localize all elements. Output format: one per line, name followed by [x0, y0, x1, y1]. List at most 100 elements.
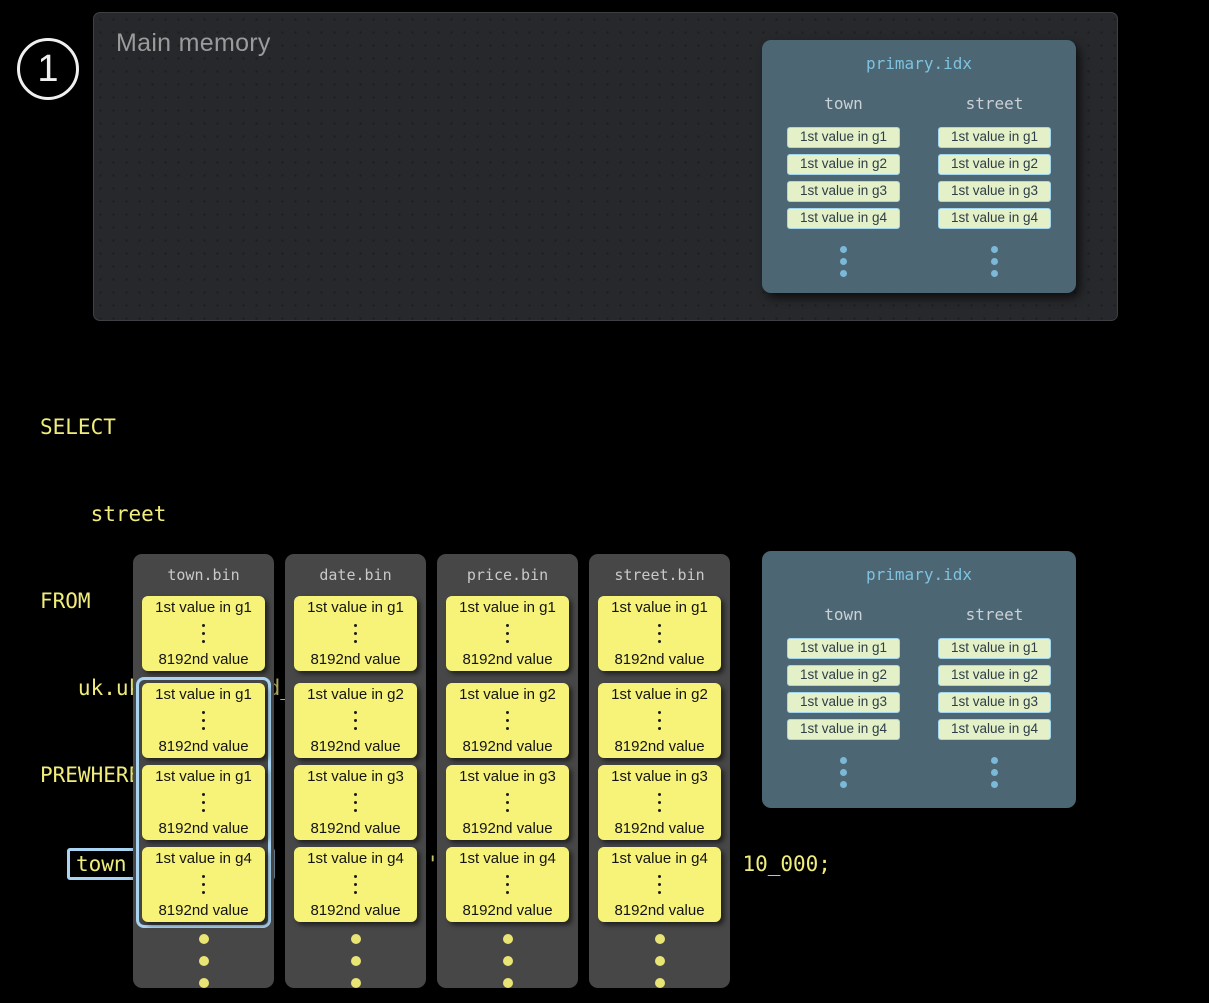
granule-first-value: 1st value in g4 [155, 850, 252, 867]
granule-last-value: 8192nd value [158, 738, 248, 755]
ellipsis-dots-icon [354, 875, 357, 894]
granule-last-value: 8192nd value [614, 738, 704, 755]
granule-group: 1st value in g2 8192nd value 1st value i… [440, 677, 575, 928]
granule-first-value: 1st value in g4 [307, 850, 404, 867]
bin-panel-town: town.bin 1st value in g1 8192nd value 1s… [133, 554, 274, 988]
idx-cell: 1st value in g4 [938, 719, 1051, 740]
granule-first-value: 1st value in g2 [459, 686, 556, 703]
bin-panel-date: date.bin 1st value in g1 8192nd value 1s… [285, 554, 426, 988]
idx-cell: 1st value in g2 [938, 665, 1051, 686]
granule-last-value: 8192nd value [614, 902, 704, 919]
granule-block: 1st value in g1 8192nd value [142, 683, 265, 758]
granule-first-value: 1st value in g4 [611, 850, 708, 867]
primary-idx-title: primary.idx [787, 54, 1051, 73]
granule-first-value: 1st value in g1 [155, 768, 252, 785]
ellipsis-dots-icon [506, 793, 509, 812]
granule-last-value: 8192nd value [462, 820, 552, 837]
granule-block: 1st value in g3 8192nd value [446, 765, 569, 840]
idx-column-header-town: town [787, 94, 900, 113]
primary-idx-title: primary.idx [787, 565, 1051, 584]
ellipsis-dots-icon [202, 711, 205, 730]
granule-last-value: 8192nd value [310, 902, 400, 919]
idx-column-street: 1st value in g1 1st value in g2 1st valu… [938, 638, 1051, 788]
bin-title: street.bin [614, 566, 704, 584]
ellipsis-dots-icon [506, 711, 509, 730]
idx-column-street: 1st value in g1 1st value in g2 1st valu… [938, 127, 1051, 277]
granule-block: 1st value in g1 8192nd value [598, 596, 721, 671]
granule-block: 1st value in g1 8192nd value [294, 596, 417, 671]
ellipsis-dots-icon [199, 934, 209, 988]
granule-last-value: 8192nd value [462, 651, 552, 668]
diagram-stage: 1 Main memory primary.idx town street 1s… [0, 0, 1209, 1003]
idx-cell: 1st value in g4 [787, 208, 900, 229]
ellipsis-dots-icon [354, 624, 357, 643]
granule-block: 1st value in g2 8192nd value [446, 683, 569, 758]
primary-idx-panel-top: primary.idx town street 1st value in g1 … [762, 40, 1076, 293]
ellipsis-dots-icon [202, 793, 205, 812]
bin-panel-price: price.bin 1st value in g1 8192nd value 1… [437, 554, 578, 988]
primary-idx-columns: 1st value in g1 1st value in g2 1st valu… [787, 127, 1051, 277]
idx-cell: 1st value in g3 [787, 692, 900, 713]
idx-cell: 1st value in g3 [938, 181, 1051, 202]
idx-cell: 1st value in g2 [787, 154, 900, 175]
granule-first-value: 1st value in g1 [611, 599, 708, 616]
granule-first-value: 1st value in g3 [611, 768, 708, 785]
granule-group: 1st value in g2 8192nd value 1st value i… [288, 677, 423, 928]
idx-cell: 1st value in g2 [938, 154, 1051, 175]
idx-column-town: 1st value in g1 1st value in g2 1st valu… [787, 638, 900, 788]
granule-last-value: 8192nd value [462, 902, 552, 919]
granule-last-value: 8192nd value [158, 651, 248, 668]
granule-block: 1st value in g2 8192nd value [294, 683, 417, 758]
granule-first-value: 1st value in g3 [459, 768, 556, 785]
idx-cell: 1st value in g1 [787, 127, 900, 148]
ellipsis-dots-icon [991, 757, 998, 788]
selected-granules-outline: 1st value in g1 8192nd value 1st value i… [136, 677, 271, 928]
idx-cell: 1st value in g3 [787, 181, 900, 202]
idx-cell: 1st value in g2 [787, 665, 900, 686]
granule-last-value: 8192nd value [614, 820, 704, 837]
granule-first-value: 1st value in g1 [459, 599, 556, 616]
granule-last-value: 8192nd value [614, 651, 704, 668]
granule-block: 1st value in g4 8192nd value [294, 847, 417, 922]
idx-cell: 1st value in g4 [787, 719, 900, 740]
primary-idx-headers: town street [787, 605, 1051, 624]
primary-idx-panel-bottom: primary.idx town street 1st value in g1 … [762, 551, 1076, 808]
ellipsis-dots-icon [202, 624, 205, 643]
granule-first-value: 1st value in g2 [307, 686, 404, 703]
granule-first-value: 1st value in g1 [155, 599, 252, 616]
granule-block: 1st value in g4 8192nd value [142, 847, 265, 922]
granule-last-value: 8192nd value [310, 738, 400, 755]
idx-column-header-street: street [938, 605, 1051, 624]
granule-block: 1st value in g4 8192nd value [446, 847, 569, 922]
ellipsis-dots-icon [354, 711, 357, 730]
idx-cell: 1st value in g3 [938, 692, 1051, 713]
ellipsis-dots-icon [658, 875, 661, 894]
ellipsis-dots-icon [503, 934, 513, 988]
idx-cell: 1st value in g1 [938, 127, 1051, 148]
idx-column-town: 1st value in g1 1st value in g2 1st valu… [787, 127, 900, 277]
granule-first-value: 1st value in g3 [307, 768, 404, 785]
ellipsis-dots-icon [840, 757, 847, 788]
step-number: 1 [37, 50, 58, 88]
granule-last-value: 8192nd value [158, 820, 248, 837]
ellipsis-dots-icon [658, 624, 661, 643]
granule-first-value: 1st value in g1 [155, 686, 252, 703]
ellipsis-dots-icon [202, 875, 205, 894]
ellipsis-dots-icon [354, 793, 357, 812]
granule-last-value: 8192nd value [158, 902, 248, 919]
ellipsis-dots-icon [655, 934, 665, 988]
ellipsis-dots-icon [658, 711, 661, 730]
idx-cell: 1st value in g1 [938, 638, 1051, 659]
ellipsis-dots-icon [840, 246, 847, 277]
bin-title: town.bin [167, 566, 239, 584]
granule-block: 1st value in g1 8192nd value [142, 596, 265, 671]
bin-title: date.bin [319, 566, 391, 584]
granule-first-value: 1st value in g2 [611, 686, 708, 703]
bin-title: price.bin [467, 566, 548, 584]
sql-line: street [40, 500, 831, 529]
granule-block: 1st value in g3 8192nd value [598, 765, 721, 840]
idx-cell: 1st value in g1 [787, 638, 900, 659]
ellipsis-dots-icon [351, 934, 361, 988]
ellipsis-dots-icon [991, 246, 998, 277]
sql-line: SELECT [40, 413, 831, 442]
